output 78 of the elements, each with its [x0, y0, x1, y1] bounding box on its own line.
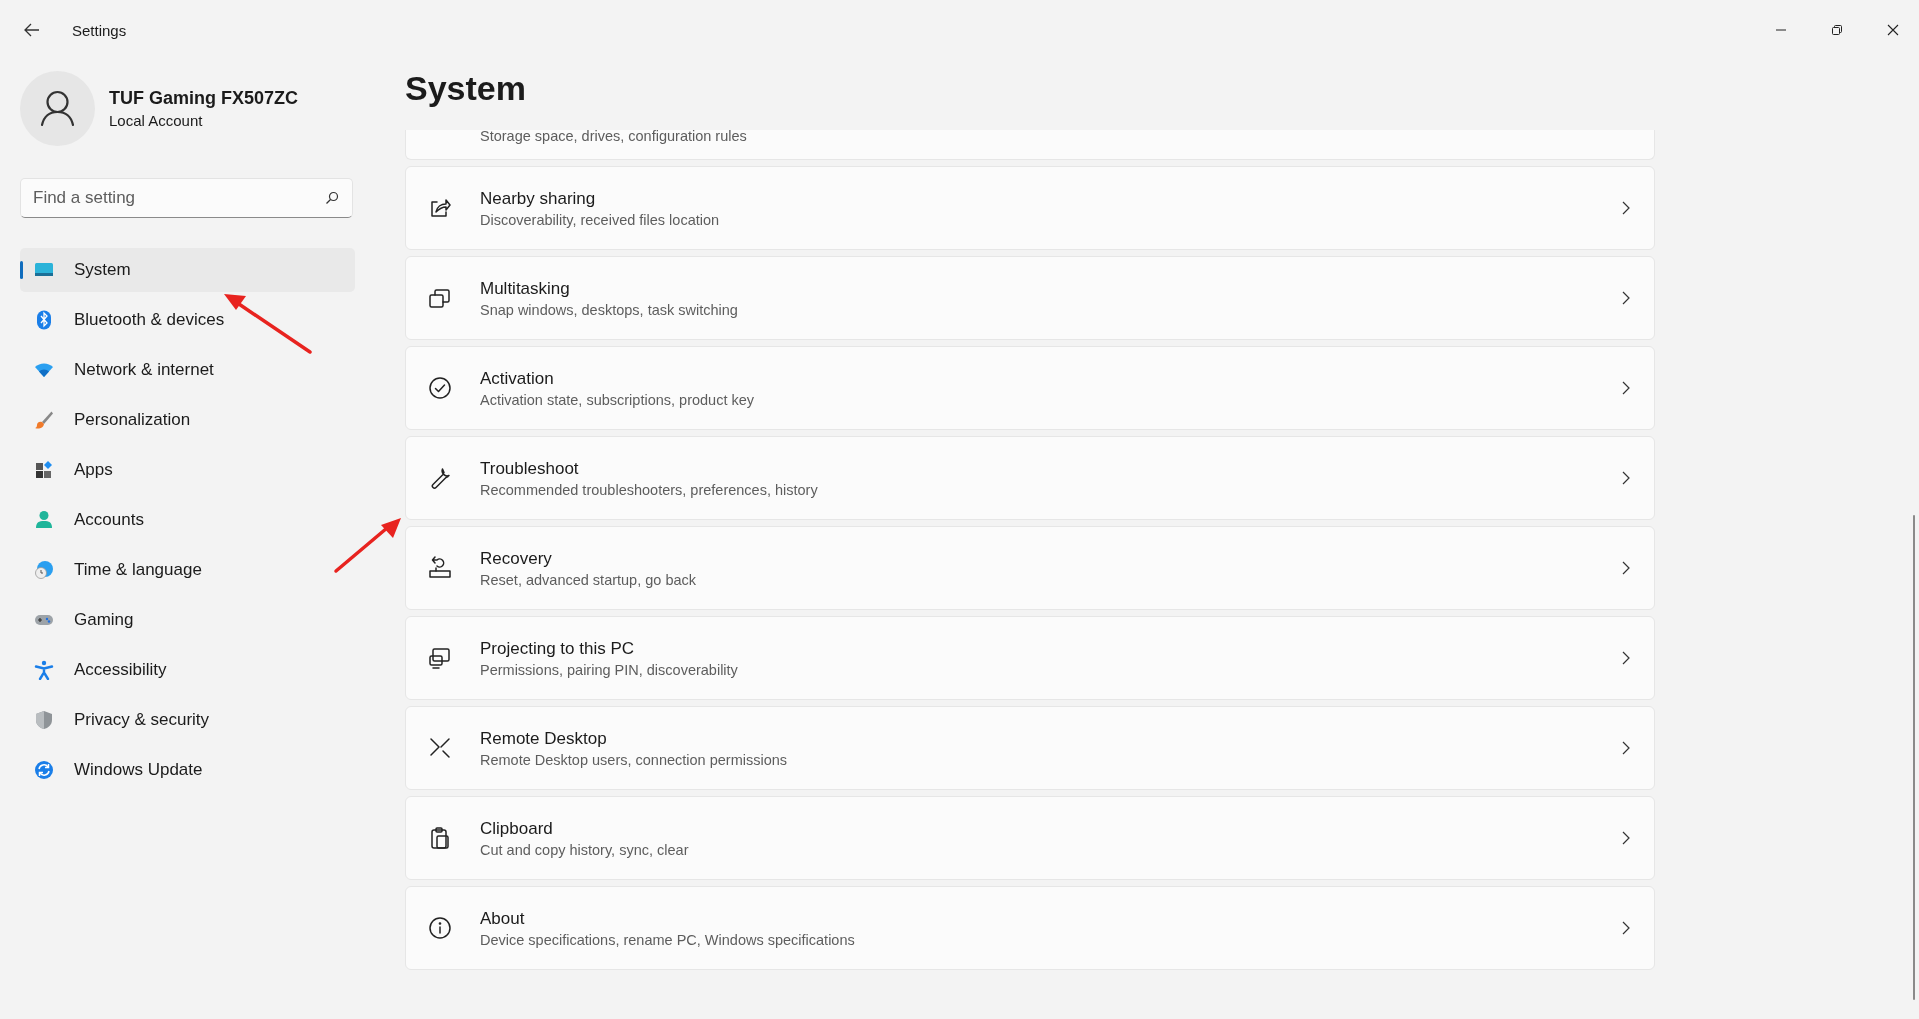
- search-field[interactable]: Find a setting: [20, 178, 353, 218]
- bluetooth-icon: [34, 310, 54, 330]
- card-title: Activation: [480, 368, 555, 389]
- page-title: System: [405, 68, 527, 109]
- settings-card[interactable]: About Device specifications, rename PC, Windows specifications: [405, 886, 1655, 970]
- card-description: Remote Desktop users, connection permissions: [480, 751, 789, 768]
- card-description: Cut and copy history, sync, clear: [480, 841, 690, 858]
- account-type: Local Account: [109, 111, 204, 129]
- card-description: Discoverability, received files location: [480, 211, 721, 228]
- nav-item[interactable]: Accessibility: [20, 648, 355, 692]
- refresh-icon: [34, 760, 54, 780]
- nav-item[interactable]: Time & language: [20, 548, 355, 592]
- chevron-right-icon: [1622, 831, 1630, 845]
- recovery-icon: [428, 556, 452, 580]
- chevron-right-icon: [1622, 561, 1630, 575]
- nav-item[interactable]: Network & internet: [20, 348, 355, 392]
- avatar-icon[interactable]: [20, 70, 95, 146]
- chevron-right-icon: [1622, 201, 1630, 215]
- nav-item[interactable]: Bluetooth & devices: [20, 298, 355, 342]
- chevron-right-icon: [1622, 381, 1630, 395]
- info-icon: [428, 916, 452, 940]
- card-description: Device specifications, rename PC, Windows specifications: [480, 931, 856, 948]
- nav-item[interactable]: Apps: [20, 448, 355, 492]
- apps-icon: [34, 460, 54, 480]
- card-title: Multitasking: [480, 278, 571, 299]
- chevron-right-icon: [1622, 741, 1630, 755]
- settings-card[interactable]: Multitasking Snap windows, desktops, task switching: [405, 256, 1655, 340]
- card-title: Troubleshoot: [480, 458, 580, 479]
- chevron-right-icon: [1622, 471, 1630, 485]
- card-title: About: [480, 908, 526, 929]
- window-title: Settings: [72, 21, 127, 39]
- settings-card[interactable]: Storage space, drives, configuration rules: [405, 130, 1655, 160]
- chevron-right-icon: [1622, 291, 1630, 305]
- selection-indicator: [20, 261, 23, 279]
- nav-item[interactable]: Windows Update: [20, 748, 355, 792]
- settings-card[interactable]: Remote Desktop Remote Desktop users, connection permissions: [405, 706, 1655, 790]
- search-icon[interactable]: [325, 191, 339, 205]
- nav-item[interactable]: Gaming: [20, 598, 355, 642]
- scrollbar[interactable]: [1913, 515, 1915, 1000]
- remote-desktop-icon: [428, 736, 452, 760]
- clipboard-icon: [428, 826, 452, 850]
- chevron-right-icon: [1622, 651, 1630, 665]
- accessibility-icon: [34, 660, 54, 680]
- settings-card[interactable]: Recovery Reset, advanced startup, go back: [405, 526, 1655, 610]
- card-description: Recommended troubleshooters, preferences, history: [480, 481, 819, 498]
- projector-icon: [428, 646, 452, 670]
- nav-item[interactable]: Accounts: [20, 498, 355, 542]
- brush-icon: [34, 410, 54, 430]
- nav-item[interactable]: Personalization: [20, 398, 355, 442]
- settings-card[interactable]: Troubleshoot Recommended troubleshooters, preferences, history: [405, 436, 1655, 520]
- account-name: TUF Gaming FX507ZC: [109, 87, 299, 109]
- card-title: Nearby sharing: [480, 188, 597, 209]
- settings-card[interactable]: Nearby sharing Discoverability, received files location: [405, 166, 1655, 250]
- person-icon: [34, 510, 54, 530]
- close-icon[interactable]: [1887, 24, 1899, 36]
- card-title: Projecting to this PC: [480, 638, 635, 659]
- settings-card[interactable]: Projecting to this PC Permissions, pairing PIN, discoverability: [405, 616, 1655, 700]
- card-description: Activation state, subscriptions, product key: [480, 391, 756, 408]
- check-circle-icon: [428, 376, 452, 400]
- globe-clock-icon: [34, 560, 54, 580]
- nav-item[interactable]: System: [20, 248, 355, 292]
- card-description: Snap windows, desktops, task switching: [480, 301, 739, 318]
- windows-stack-icon: [428, 286, 452, 310]
- card-title: Recovery: [480, 548, 553, 569]
- settings-card[interactable]: Clipboard Cut and copy history, sync, clear: [405, 796, 1655, 880]
- annotation-arrow: [333, 516, 403, 574]
- restore-icon[interactable]: [1831, 24, 1843, 36]
- shield-icon: [34, 710, 54, 730]
- card-description: Storage space, drives, configuration rules: [480, 128, 747, 144]
- nav-item[interactable]: Privacy & security: [20, 698, 355, 742]
- chevron-right-icon: [1622, 921, 1630, 935]
- card-description: Permissions, pairing PIN, discoverability: [480, 661, 739, 678]
- share-icon: [428, 196, 452, 220]
- card-title: Clipboard: [480, 818, 554, 839]
- settings-card[interactable]: Activation Activation state, subscriptions, product key: [405, 346, 1655, 430]
- card-title: Remote Desktop: [480, 728, 608, 749]
- card-description: Reset, advanced startup, go back: [480, 571, 698, 588]
- back-arrow-icon[interactable]: [24, 23, 40, 37]
